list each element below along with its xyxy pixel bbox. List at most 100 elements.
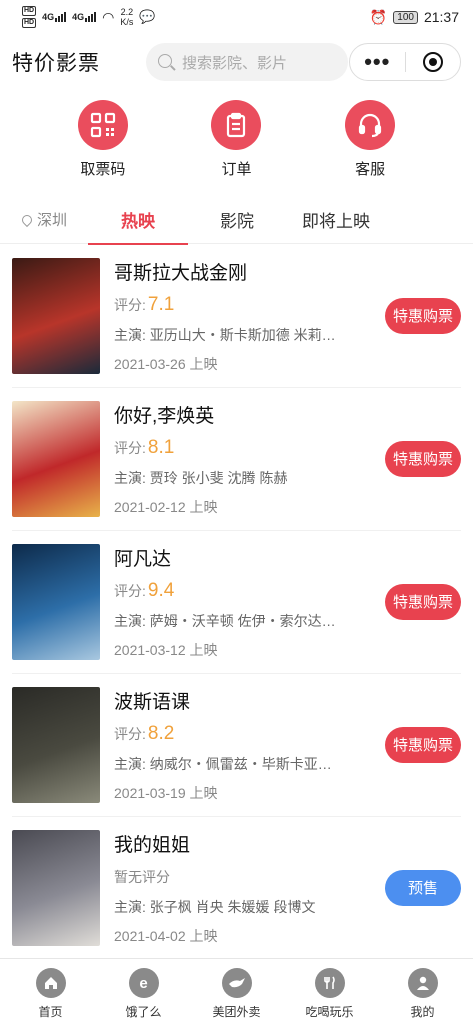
buy-ticket-button[interactable]: 特惠购票	[385, 297, 461, 334]
movie-item[interactable]: 你好,李焕英 评分: 8.1 主演: 贾玲 张小斐 沈腾 陈赫 2021-02-1…	[0, 387, 473, 530]
ticket-code-label: 取票码	[80, 161, 126, 178]
nav-meituan-label: 美团外卖	[212, 1005, 261, 1019]
nav-eleme-label: 饿了么	[125, 1005, 162, 1019]
mini-program-capsule: •••	[349, 43, 461, 81]
orders-label: 订单	[221, 161, 252, 178]
location-label: 深圳	[37, 212, 68, 229]
rating-label: 评分:	[114, 725, 146, 742]
movie-item[interactable]: 哥斯拉大战金刚 评分: 7.1 主演: 亚历山大・斯卡斯加德 米莉… 2021-0…	[0, 244, 473, 387]
headset-icon	[345, 100, 396, 150]
alarm-icon: ⏰	[369, 8, 388, 25]
hd-badge-2: HD	[22, 18, 37, 28]
search-placeholder: 搜索影院、影片	[182, 54, 288, 72]
rating-label: 评分:	[114, 296, 146, 313]
nav-food-fun-label: 吃喝玩乐	[305, 1005, 354, 1019]
battery-icon: 100	[393, 10, 418, 24]
rating-score: 8.2	[147, 722, 175, 744]
movie-release-date: 2021-03-26 上映	[114, 355, 218, 372]
net-label-2: 4G	[72, 12, 85, 22]
hd-indicators: HD HD	[22, 6, 37, 28]
movie-title: 我的姐姐	[114, 834, 191, 856]
nav-home[interactable]: 首页	[11, 959, 91, 1024]
more-icon[interactable]: •••	[350, 51, 405, 73]
clipboard-icon	[211, 100, 262, 150]
close-target-button[interactable]	[406, 52, 461, 72]
buy-ticket-button[interactable]: 特惠购票	[385, 583, 461, 620]
status-bar: HD HD 4G 4G ◠ 2.2 K/s 💬 ⏰ 100 21:37	[0, 0, 473, 34]
status-left: HD HD 4G 4G ◠ 2.2 K/s 💬	[22, 6, 156, 28]
rating-label: 评分:	[114, 439, 146, 456]
movie-rating: 评分: 9.4	[114, 580, 370, 602]
movie-poster[interactable]	[12, 543, 100, 660]
rating-label: 评分:	[114, 582, 146, 599]
target-icon	[422, 52, 443, 72]
tab-bar: 深圳 热映 影院 即将上映	[0, 196, 473, 245]
bottom-nav: 首页 e 饿了么 美团外卖 吃喝玩乐 我的	[0, 958, 473, 1024]
customer-service-button[interactable]: 客服	[330, 100, 410, 182]
status-right: ⏰ 100 21:37	[370, 9, 459, 26]
net-speed: 2.2 K/s	[120, 7, 133, 27]
page-title: 特价影票	[12, 52, 100, 75]
location-pin-icon	[19, 212, 35, 227]
tab-now-showing[interactable]: 热映	[88, 196, 188, 245]
movie-item[interactable]: 我的姐姐 暂无评分 主演: 张子枫 肖央 朱媛媛 段博文 2021-04-02 …	[0, 816, 473, 959]
movie-title: 你好,李焕英	[114, 405, 215, 427]
movie-title: 哥斯拉大战金刚	[114, 262, 248, 284]
location-selector[interactable]: 深圳	[0, 209, 80, 230]
nav-food-fun[interactable]: 吃喝玩乐	[290, 959, 370, 1024]
nav-meituan[interactable]: 美团外卖	[197, 959, 277, 1024]
net-speed-unit: K/s	[120, 17, 134, 27]
movie-item[interactable]: 阿凡达 评分: 9.4 主演: 萨姆・沃辛顿 佐伊・索尔达… 2021-03-12…	[0, 530, 473, 673]
search-input[interactable]: 搜索影院、影片	[146, 43, 348, 81]
ticket-code-button[interactable]: 取票码	[63, 100, 143, 182]
movie-rating: 评分: 8.2	[114, 723, 370, 745]
buy-ticket-button[interactable]: 特惠购票	[385, 440, 461, 477]
movie-poster[interactable]	[12, 257, 100, 374]
movie-title: 波斯语课	[114, 691, 191, 713]
nav-eleme[interactable]: e 饿了么	[104, 959, 184, 1024]
movie-poster[interactable]	[12, 829, 100, 946]
movie-cast: 主演: 亚历山大・斯卡斯加德 米莉…	[114, 326, 336, 343]
nav-home-label: 首页	[38, 1005, 63, 1019]
presale-button[interactable]: 预售	[385, 869, 461, 906]
movie-cast: 主演: 贾玲 张小斐 沈腾 陈赫	[114, 469, 288, 486]
clock: 21:37	[423, 9, 459, 25]
user-icon	[407, 968, 438, 998]
movie-release-date: 2021-03-12 上映	[114, 641, 218, 658]
header: 特价影票 搜索影院、影片 •••	[0, 40, 473, 84]
buy-ticket-button[interactable]: 特惠购票	[385, 726, 461, 763]
net-label-1: 4G	[42, 12, 55, 22]
rating-label: 暂无评分	[114, 868, 170, 885]
movie-poster[interactable]	[12, 400, 100, 517]
movie-info: 波斯语课 评分: 8.2 主演: 纳威尔・佩雷兹・毕斯卡亚… 2021-03-19…	[114, 687, 370, 803]
movie-rating: 评分: 8.1	[114, 437, 370, 459]
movie-info: 你好,李焕英 评分: 8.1 主演: 贾玲 张小斐 沈腾 陈赫 2021-02-1…	[114, 401, 370, 517]
nav-mine[interactable]: 我的	[383, 959, 463, 1024]
movie-info: 我的姐姐 暂无评分 主演: 张子枫 肖央 朱媛媛 段博文 2021-04-02 …	[114, 830, 370, 946]
orders-button[interactable]: 订单	[196, 100, 276, 182]
movie-info: 哥斯拉大战金刚 评分: 7.1 主演: 亚历山大・斯卡斯加德 米莉… 2021-0…	[114, 258, 370, 374]
signal-icon: 4G	[42, 12, 67, 22]
movie-cast: 主演: 张子枫 肖央 朱媛媛 段博文	[114, 898, 316, 915]
eleme-icon: e	[128, 968, 159, 998]
rating-score: 7.1	[147, 293, 175, 315]
movie-rating: 暂无评分	[114, 866, 370, 888]
movie-cast: 主演: 纳威尔・佩雷兹・毕斯卡亚…	[114, 755, 332, 772]
net-speed-value: 2.2	[120, 7, 134, 17]
signal-icon-2: 4G	[72, 12, 97, 22]
movie-item[interactable]: 波斯语课 评分: 8.2 主演: 纳威尔・佩雷兹・毕斯卡亚… 2021-03-19…	[0, 673, 473, 816]
search-icon	[158, 54, 172, 68]
tab-coming-soon[interactable]: 即将上映	[286, 196, 386, 244]
nav-mine-label: 我的	[410, 1005, 435, 1019]
tab-cinemas[interactable]: 影院	[188, 196, 286, 244]
movie-poster[interactable]	[12, 686, 100, 803]
movie-release-date: 2021-03-19 上映	[114, 784, 218, 801]
movie-title: 阿凡达	[114, 548, 172, 570]
movie-list: 哥斯拉大战金刚 评分: 7.1 主演: 亚历山大・斯卡斯加德 米莉… 2021-0…	[0, 244, 473, 959]
quick-actions: 取票码 订单 客服	[0, 100, 473, 182]
rating-score: 9.4	[147, 579, 175, 601]
home-icon	[35, 968, 66, 998]
movie-release-date: 2021-04-02 上映	[114, 927, 218, 944]
rating-score: 8.1	[147, 436, 175, 458]
qrcode-icon	[77, 100, 128, 150]
